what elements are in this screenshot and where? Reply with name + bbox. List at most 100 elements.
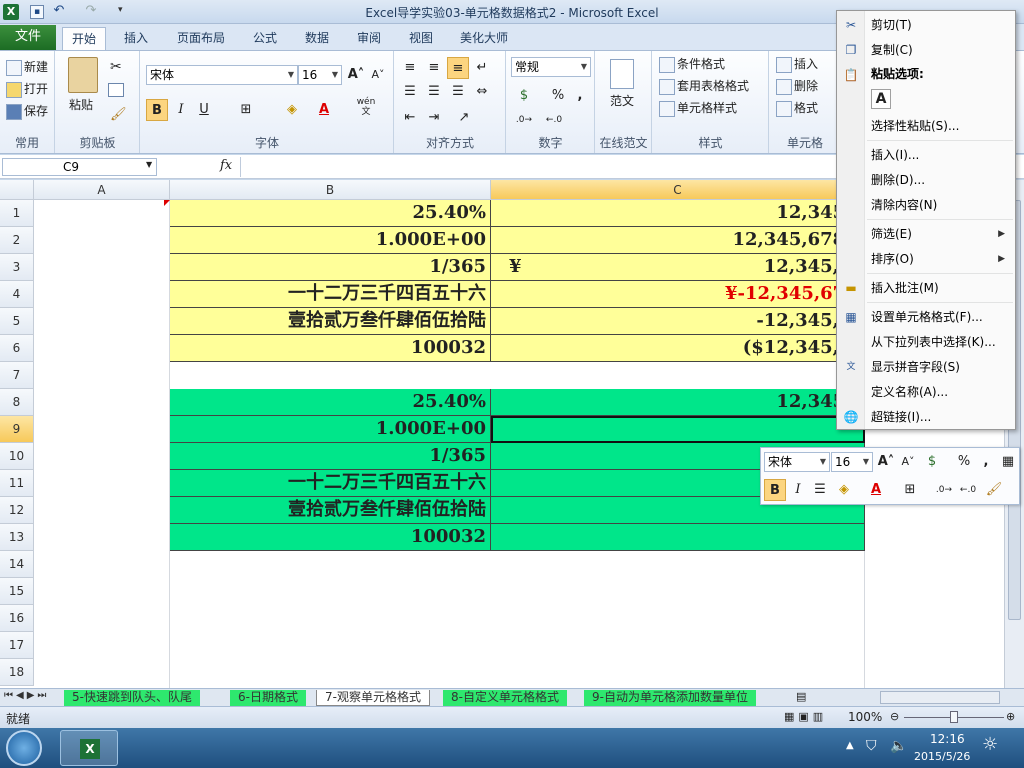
cell-c1[interactable]: 12,345,6 [491,200,865,227]
align-center-icon[interactable]: ☰ [423,81,445,103]
paste-icon[interactable] [68,57,98,93]
cell-b4[interactable]: 一十二万三千四百五十六 [170,281,491,308]
increase-indent-icon[interactable]: ⇥ [423,107,445,129]
tab-page-layout[interactable]: 页面布局 [168,27,234,50]
menu-item-phonetic[interactable]: 文显示拼音字段(S) [837,355,1015,380]
tray-expand-icon[interactable]: ▲ [846,740,854,751]
chevron-down-icon[interactable]: ▼ [146,160,152,169]
tab-beautify-master[interactable]: 美化大师 [451,27,517,50]
cell-b3[interactable]: 1/365 [170,254,491,281]
menu-item-delete[interactable]: 删除(D)... [837,168,1015,193]
number-format-combo[interactable]: 常规 ▼ [511,57,591,77]
insert-function-button[interactable]: fx [220,158,232,173]
row-header[interactable]: 9 [0,416,34,443]
sheet-tab[interactable]: 8-自定义单元格格式 [443,690,567,706]
fill-color-icon[interactable]: ◈ [281,99,303,121]
orientation-icon[interactable]: ↗ [453,107,475,129]
mini-italic-button[interactable]: I [787,479,809,501]
decrease-indent-icon[interactable]: ⇤ [399,107,421,129]
sheet-tab[interactable]: 9-自动为单元格添加数量单位 [584,690,756,706]
select-all-corner[interactable] [0,180,34,200]
paste-keep-source-button[interactable]: A [871,89,891,109]
merge-center-icon[interactable]: ⇔ [471,81,493,103]
decrease-decimal-icon[interactable]: ←.0 [957,479,979,501]
increase-decimal-icon[interactable]: .0→ [933,479,955,501]
weather-icon[interactable]: ☼ [982,734,998,755]
row-header[interactable]: 14 [0,551,34,578]
format-button[interactable]: 格式 [776,98,818,118]
menu-item-format-cells[interactable]: ▦ 设置单元格格式(F)... [837,305,1015,330]
cell-c8[interactable]: 12,345,6 [491,389,865,416]
delete-button[interactable]: 删除 [776,76,818,96]
align-center-icon[interactable]: ☰ [809,479,831,501]
borders-icon[interactable]: ⊞ [235,99,257,121]
cell-c13[interactable] [491,524,865,551]
menu-item-cut[interactable]: ✂ 剪切(T) [837,13,1015,38]
network-icon[interactable]: ⛉ [866,738,877,754]
tab-data[interactable]: 数据 [296,27,338,50]
sheet-tab[interactable]: 6-日期格式 [230,690,306,706]
clock-date[interactable]: 2015/5/26 [914,750,970,763]
template-icon[interactable] [610,59,634,89]
format-painter-icon[interactable]: 🖌 [983,479,1005,501]
align-bottom-icon[interactable]: ≡ [447,57,469,79]
row-header[interactable]: 16 [0,605,34,632]
mini-font-combo[interactable]: 宋体 ▼ [764,452,830,472]
align-top-icon[interactable]: ≡ [399,57,421,79]
tab-view[interactable]: 视图 [400,27,442,50]
new-sheet-icon[interactable]: ▤ [796,690,806,703]
column-header-b[interactable]: B [170,180,491,200]
menu-item-clear-contents[interactable]: 清除内容(N) [837,193,1015,218]
comment-indicator[interactable] [164,200,170,206]
menu-item-sort[interactable]: 排序(O) ▶ [837,247,1015,272]
conditional-format-button[interactable]: 条件格式 [659,54,725,74]
align-middle-icon[interactable]: ≡ [423,57,445,79]
row-header[interactable]: 1 [0,200,34,227]
cell-b11[interactable]: 一十二万三千四百五十六 [170,470,491,497]
shrink-font-icon[interactable]: A˅ [897,451,919,473]
cell-b8[interactable]: 25.40% [170,389,491,416]
cell-c5[interactable]: -12,345,67 [491,308,865,335]
grow-font-icon[interactable]: A˄ [875,451,897,473]
column-header-a[interactable]: A [34,180,170,200]
row-header[interactable]: 7 [0,362,34,389]
comma-button[interactable]: , [569,85,591,107]
cut-icon[interactable]: ✂ [110,59,122,75]
font-color-icon[interactable]: A [865,479,887,501]
menu-item-hyperlink[interactable]: 🌐 超链接(I)... [837,405,1015,430]
row-header[interactable]: 10 [0,443,34,470]
underline-button[interactable]: U [193,99,215,121]
new-button[interactable]: 新建 [6,57,48,77]
align-right-icon[interactable]: ☰ [447,81,469,103]
menu-item-copy[interactable]: ❐ 复制(C) [837,38,1015,63]
cell-b5[interactable]: 壹拾贰万叁仟肆佰伍拾陆 [170,308,491,335]
cell-b13[interactable]: 100032 [170,524,491,551]
format-cells-icon[interactable]: ▦ [997,451,1019,473]
open-button[interactable]: 打开 [6,79,48,99]
cell-b2[interactable]: 1.000E+00 [170,227,491,254]
row-header[interactable]: 5 [0,308,34,335]
font-color-icon[interactable]: A [313,99,335,121]
sheet-tab[interactable]: 5-快速跳到队头、队尾 [64,690,200,706]
sheet-nav-arrows-icon[interactable]: ⏮◀▶⏭ [4,690,49,701]
row-header[interactable]: 11 [0,470,34,497]
currency-icon[interactable]: $ [921,451,943,473]
volume-icon[interactable]: 🔈 [890,738,907,754]
paste-button[interactable]: 粘贴 [69,95,93,115]
menu-item-paste-special[interactable]: 选择性粘贴(S)... [837,114,1015,139]
menu-item-define-name[interactable]: 定义名称(A)... [837,380,1015,405]
fill-color-icon[interactable]: ◈ [833,479,855,501]
row-header[interactable]: 15 [0,578,34,605]
borders-icon[interactable]: ⊞ [899,479,921,501]
cell-styles-button[interactable]: 单元格样式 [659,98,737,118]
cell-c6[interactable]: ($12,345,67 [491,335,865,362]
row-header[interactable]: 17 [0,632,34,659]
mini-bold-button[interactable]: B [764,479,786,501]
italic-button[interactable]: I [170,99,192,121]
row-header[interactable]: 12 [0,497,34,524]
row-header[interactable]: 18 [0,659,34,686]
cell-b12[interactable]: 壹拾贰万叁仟肆佰伍拾陆 [170,497,491,524]
comma-button[interactable]: , [975,451,997,473]
row-header[interactable]: 2 [0,227,34,254]
zoom-level[interactable]: 100% [848,710,882,724]
